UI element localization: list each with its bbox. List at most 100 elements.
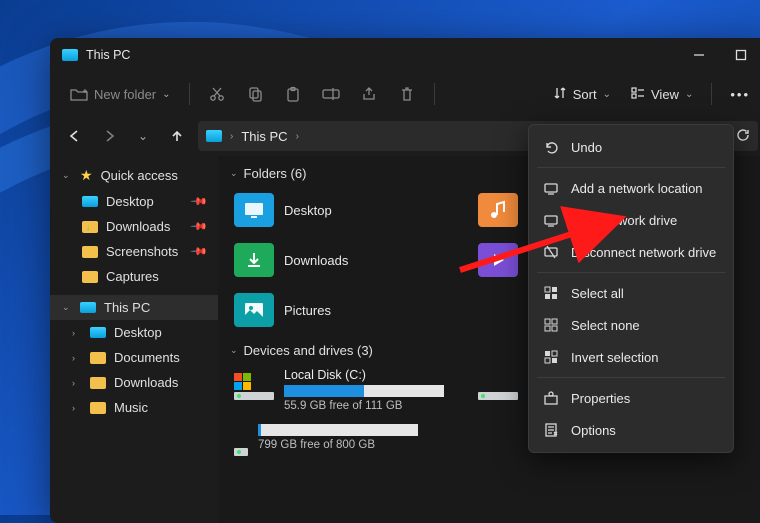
expand-icon[interactable]: ›	[72, 378, 82, 388]
chevron-down-icon: ⌄	[603, 89, 611, 100]
sidebar-item-captures[interactable]: Captures	[50, 264, 218, 289]
forward-button[interactable]	[96, 123, 122, 149]
menu-item-select-all[interactable]: Select all	[529, 277, 733, 309]
sidebar-label: Downloads	[106, 219, 170, 234]
menu-separator	[537, 272, 725, 273]
collapse-icon[interactable]: ⌄	[230, 168, 238, 179]
drive-name: Local Disk (C:)	[284, 368, 458, 382]
sort-button[interactable]: Sort ⌄	[545, 80, 619, 109]
menu-item-disconnect-network-drive[interactable]: Disconnect network drive	[529, 236, 733, 268]
menu-separator	[537, 377, 725, 378]
sidebar-label: Quick access	[101, 168, 178, 183]
menu-item-select-none[interactable]: Select none	[529, 309, 733, 341]
menu-item-undo[interactable]: Undo	[529, 131, 733, 163]
undo-icon	[543, 139, 559, 155]
folder-tile-pictures[interactable]: Pictures	[226, 287, 466, 333]
drive-tile[interactable]: 799 GB free of 800 GB	[226, 420, 426, 460]
paste-icon	[284, 85, 302, 103]
sidebar-item-music[interactable]: ›Music	[50, 395, 218, 420]
breadcrumb[interactable]: This PC	[241, 129, 287, 144]
tile-label: Pictures	[284, 303, 331, 318]
sidebar-item-downloads[interactable]: ↓Downloads📌	[50, 214, 218, 239]
sidebar: ⌄ ★ Quick access Desktop📌 ↓ Downloads 📌 Sc…	[50, 156, 218, 523]
sidebar-item-desktop[interactable]: Desktop📌	[50, 189, 218, 214]
cut-icon	[208, 85, 226, 103]
tile-label: Downloads	[284, 253, 348, 268]
maximize-button[interactable]	[720, 38, 760, 72]
folder-icon	[82, 271, 98, 283]
delete-button[interactable]	[390, 79, 424, 109]
sidebar-this-pc[interactable]: ⌄ This PC	[50, 295, 218, 320]
back-button[interactable]	[62, 123, 88, 149]
expand-icon[interactable]: ›	[72, 403, 82, 413]
selall-icon	[543, 285, 559, 301]
expand-icon[interactable]: ›	[72, 328, 82, 338]
titlebar[interactable]: This PC	[50, 38, 760, 72]
folder-icon	[90, 377, 106, 389]
drive-icon	[234, 368, 274, 400]
sidebar-label: Captures	[106, 269, 159, 284]
sidebar-label: This PC	[104, 300, 150, 315]
collapse-icon[interactable]: ⌄	[62, 170, 72, 181]
menu-item-label: Map network drive	[571, 213, 677, 228]
menu-item-map-network-drive[interactable]: Map network drive	[529, 204, 733, 236]
minimize-button[interactable]	[678, 38, 720, 72]
folder-tile-desktop[interactable]: Desktop	[226, 187, 466, 233]
new-folder-label: New folder	[94, 87, 156, 102]
drive-free-text: 799 GB free of 800 GB	[258, 439, 418, 451]
drive-usage-bar	[284, 385, 444, 397]
sidebar-label: Desktop	[114, 325, 162, 340]
rename-button[interactable]	[314, 79, 348, 109]
more-icon: •••	[730, 87, 750, 102]
star-icon: ★	[80, 167, 93, 184]
drive-icon	[478, 368, 518, 400]
drive-tile[interactable]: Local Disk (C:) 55.9 GB free of 111 GB	[226, 364, 466, 416]
menu-item-add-a-network-location[interactable]: Add a network location	[529, 172, 733, 204]
tile-label: Desktop	[284, 203, 332, 218]
folder-icon	[90, 402, 106, 414]
up-button[interactable]	[164, 123, 190, 149]
more-button[interactable]: •••	[722, 81, 758, 108]
sidebar-label: Screenshots	[106, 244, 178, 259]
cut-button[interactable]	[200, 79, 234, 109]
sidebar-item-screenshots[interactable]: Screenshots📌	[50, 239, 218, 264]
collapse-icon[interactable]: ⌄	[62, 302, 72, 313]
selnone-icon	[543, 317, 559, 333]
view-icon	[631, 86, 645, 103]
sidebar-quick-access[interactable]: ⌄ ★ Quick access	[50, 162, 218, 189]
share-button[interactable]	[352, 79, 386, 109]
sidebar-item-downloads[interactable]: ›Downloads	[50, 370, 218, 395]
menu-item-label: Select all	[571, 286, 624, 301]
paste-button[interactable]	[276, 79, 310, 109]
menu-item-options[interactable]: Options	[529, 414, 733, 446]
breadcrumb-separator: ›	[230, 131, 233, 142]
sort-icon	[553, 86, 567, 103]
folder-icon	[90, 352, 106, 364]
sidebar-item-desktop[interactable]: › Desktop	[50, 320, 218, 345]
separator	[711, 83, 712, 105]
separator	[189, 83, 190, 105]
menu-item-invert-selection[interactable]: Invert selection	[529, 341, 733, 373]
breadcrumb-separator: ›	[296, 131, 299, 142]
new-folder-button[interactable]: New folder ⌄	[62, 79, 179, 109]
view-button[interactable]: View ⌄	[623, 80, 701, 109]
context-menu: Undo Add a network location Map network dr…	[528, 124, 734, 453]
menu-item-label: Properties	[571, 391, 630, 406]
expand-icon[interactable]: ›	[72, 353, 82, 363]
recent-button[interactable]: ⌄	[130, 123, 156, 149]
refresh-button[interactable]	[736, 128, 750, 145]
copy-button[interactable]	[238, 79, 272, 109]
copy-icon	[246, 85, 264, 103]
menu-item-properties[interactable]: Properties	[529, 382, 733, 414]
folder-tile-downloads[interactable]: Downloads	[226, 237, 466, 283]
collapse-icon[interactable]: ⌄	[230, 345, 238, 356]
folder-icon: ↓	[82, 221, 98, 233]
sidebar-item-documents[interactable]: ›Documents	[50, 345, 218, 370]
menu-item-label: Undo	[571, 140, 602, 155]
menu-item-label: Add a network location	[571, 181, 703, 196]
netloc-icon	[543, 180, 559, 196]
drive-usage-bar	[258, 424, 418, 436]
downloads-icon	[234, 243, 274, 277]
pin-icon: 📌	[190, 192, 209, 211]
pictures-icon	[234, 293, 274, 327]
